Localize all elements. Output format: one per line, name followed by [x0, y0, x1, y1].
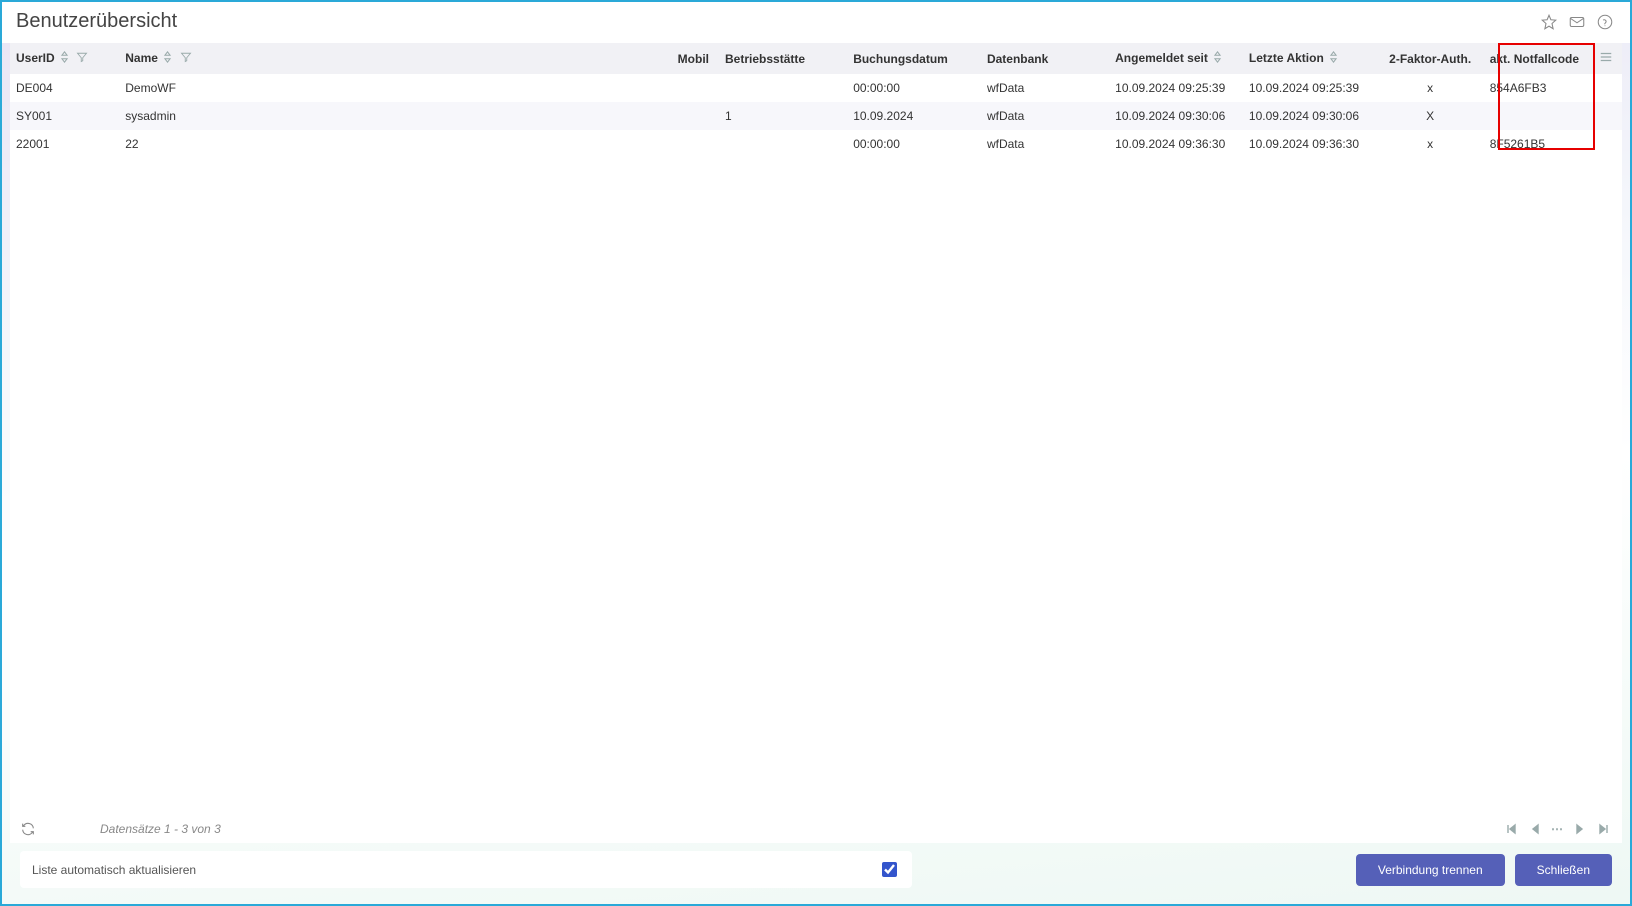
help-icon[interactable]	[1596, 13, 1614, 31]
cell-aktion: 10.09.2024 09:25:39	[1243, 74, 1377, 102]
cell-notf: 854A6FB3	[1484, 74, 1591, 102]
cell-db: wfData	[981, 102, 1109, 130]
footer-buttons: Verbindung trennen Schließen	[1356, 854, 1612, 886]
star-icon[interactable]	[1540, 13, 1558, 31]
cell-menu	[1591, 102, 1622, 130]
refresh-icon[interactable]	[20, 821, 36, 837]
pager-last-icon[interactable]	[1596, 821, 1612, 837]
pager-dots[interactable]: ⋯	[1551, 822, 1564, 836]
col-label: Mobil	[678, 52, 709, 66]
col-header-menu[interactable]	[1591, 43, 1622, 74]
col-label: Datenbank	[987, 52, 1048, 66]
grid-empty-space	[10, 158, 1622, 815]
pager-next-icon[interactable]	[1572, 821, 1588, 837]
cell-db: wfData	[981, 130, 1109, 158]
col-header-db[interactable]: Datenbank	[981, 43, 1109, 74]
cell-mobil	[666, 74, 720, 102]
col-header-betrieb[interactable]: Betriebsstätte	[719, 43, 847, 74]
cell-buch: 10.09.2024	[847, 102, 981, 130]
pager: ⋯	[1503, 821, 1612, 837]
col-header-aktion[interactable]: Letzte Aktion	[1243, 43, 1377, 74]
cell-aktion: 10.09.2024 09:36:30	[1243, 130, 1377, 158]
record-count-text: Datensätze 1 - 3 von 3	[100, 822, 221, 836]
cell-menu	[1591, 130, 1622, 158]
cell-userid: DE004	[10, 74, 119, 102]
mail-icon[interactable]	[1568, 13, 1586, 31]
user-table: UserID Name Mobil Betriebsstätte Buchung…	[10, 43, 1622, 158]
col-label: 2-Faktor-Auth.	[1389, 52, 1471, 66]
col-label: Letzte Aktion	[1249, 51, 1324, 65]
table-body: DE004DemoWF00:00:00wfData10.09.2024 09:2…	[10, 74, 1622, 158]
col-header-notfallcode[interactable]: akt. Notfallcode	[1484, 43, 1591, 74]
cell-name: 22	[119, 130, 665, 158]
cell-angem: 10.09.2024 09:25:39	[1109, 74, 1243, 102]
sort-icon[interactable]	[60, 51, 69, 66]
table-row[interactable]: SY001sysadmin110.09.2024wfData10.09.2024…	[10, 102, 1622, 130]
filter-icon[interactable]	[180, 51, 192, 66]
cell-name: sysadmin	[119, 102, 665, 130]
cell-betrieb: 1	[719, 102, 847, 130]
cell-angem: 10.09.2024 09:36:30	[1109, 130, 1243, 158]
cell-mobil	[666, 130, 720, 158]
cell-name: DemoWF	[119, 74, 665, 102]
cell-db: wfData	[981, 74, 1109, 102]
sort-icon[interactable]	[1329, 51, 1338, 66]
pager-prev-icon[interactable]	[1527, 821, 1543, 837]
cell-userid: 22001	[10, 130, 119, 158]
cell-angem: 10.09.2024 09:30:06	[1109, 102, 1243, 130]
col-label: Buchungsdatum	[853, 52, 948, 66]
col-header-2fa[interactable]: 2-Faktor-Auth.	[1377, 43, 1484, 74]
cell-twofa: x	[1377, 130, 1484, 158]
auto-update-label: Liste automatisch aktualisieren	[32, 863, 196, 877]
cell-userid: SY001	[10, 102, 119, 130]
cell-twofa: x	[1377, 74, 1484, 102]
col-header-buch[interactable]: Buchungsdatum	[847, 43, 981, 74]
col-header-angem[interactable]: Angemeldet seit	[1109, 43, 1243, 74]
cell-betrieb	[719, 130, 847, 158]
table-row[interactable]: DE004DemoWF00:00:00wfData10.09.2024 09:2…	[10, 74, 1622, 102]
sort-icon[interactable]	[1213, 51, 1222, 66]
filter-icon[interactable]	[76, 51, 88, 66]
cell-menu	[1591, 74, 1622, 102]
col-label: Name	[125, 51, 158, 65]
cell-notf	[1484, 102, 1591, 130]
user-grid: UserID Name Mobil Betriebsstätte Buchung…	[10, 43, 1622, 843]
col-label: Betriebsstätte	[725, 52, 805, 66]
header-icon-group	[1540, 13, 1614, 31]
cell-betrieb	[719, 74, 847, 102]
auto-update-checkbox[interactable]	[882, 862, 897, 877]
col-header-mobil[interactable]: Mobil	[666, 43, 720, 74]
col-header-userid[interactable]: UserID	[10, 43, 119, 74]
cell-mobil	[666, 102, 720, 130]
auto-update-box: Liste automatisch aktualisieren	[20, 851, 912, 888]
column-menu-icon[interactable]	[1599, 53, 1613, 67]
cell-aktion: 10.09.2024 09:30:06	[1243, 102, 1377, 130]
cell-buch: 00:00:00	[847, 74, 981, 102]
window-header: Benutzerübersicht	[2, 2, 1630, 43]
cell-twofa: X	[1377, 102, 1484, 130]
cell-notf: 8F5261B5	[1484, 130, 1591, 158]
col-label: UserID	[16, 51, 55, 65]
pager-first-icon[interactable]	[1503, 821, 1519, 837]
sort-icon[interactable]	[163, 51, 172, 66]
col-label: akt. Notfallcode	[1490, 52, 1579, 66]
cell-buch: 00:00:00	[847, 130, 981, 158]
table-header-row: UserID Name Mobil Betriebsstätte Buchung…	[10, 43, 1622, 74]
page-title: Benutzerübersicht	[16, 10, 1540, 33]
table-row[interactable]: 220012200:00:00wfData10.09.2024 09:36:30…	[10, 130, 1622, 158]
disconnect-button[interactable]: Verbindung trennen	[1356, 854, 1505, 886]
status-bar: Datensätze 1 - 3 von 3 ⋯	[10, 815, 1622, 843]
footer-bar: Liste automatisch aktualisieren Verbindu…	[10, 843, 1622, 896]
col-header-name[interactable]: Name	[119, 43, 665, 74]
content-area: UserID Name Mobil Betriebsstätte Buchung…	[2, 43, 1630, 904]
close-button[interactable]: Schließen	[1515, 854, 1612, 886]
col-label: Angemeldet seit	[1115, 51, 1208, 65]
